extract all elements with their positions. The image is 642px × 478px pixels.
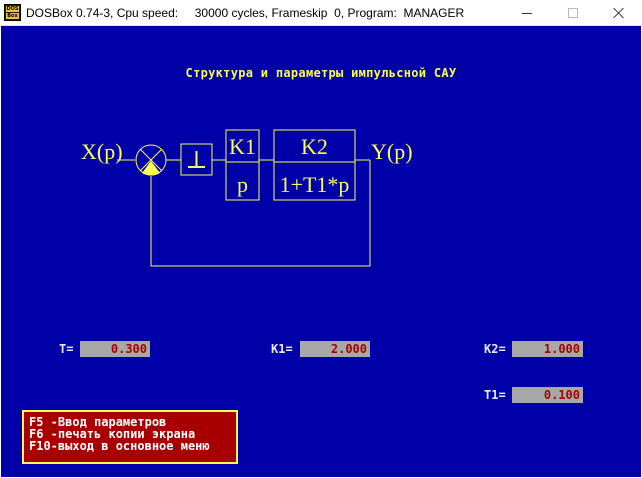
param-k2-field[interactable]: 1.000 <box>512 341 583 357</box>
dosbox-icon: DOS Box <box>4 4 21 21</box>
param-t-label: T= <box>59 342 74 356</box>
minimize-button[interactable] <box>504 0 550 26</box>
feedback-arrow-icon <box>142 161 160 176</box>
param-t-field[interactable]: 0.300 <box>80 341 150 357</box>
block2-numerator: K2 <box>301 134 328 159</box>
icon-text-bottom: Box <box>6 13 19 19</box>
window-title: DOSBox 0.74-3, Cpu speed: 30000 cycles, … <box>26 6 465 20</box>
block1-numerator: K1 <box>229 134 256 159</box>
window-titlebar[interactable]: DOS Box DOSBox 0.74-3, Cpu speed: 30000 … <box>0 0 642 26</box>
close-icon <box>613 7 625 19</box>
help-box: F5 -Ввод параметров F6 -печать копии экр… <box>22 410 238 464</box>
close-button[interactable] <box>596 0 642 26</box>
block1-denominator: p <box>237 172 248 197</box>
param-k1-label: K1= <box>271 342 293 356</box>
param-k2-label: K2= <box>484 342 506 356</box>
input-label: X(p) <box>81 139 123 164</box>
help-f10[interactable]: F10-выход в основное меню <box>29 440 236 452</box>
param-k1-field[interactable]: 2.000 <box>300 341 370 357</box>
block2-denominator: 1+T1*p <box>280 172 350 197</box>
param-t1-label: T1= <box>484 388 506 402</box>
output-label: Y(p) <box>371 139 413 164</box>
dos-screen[interactable]: Структура и параметры импульсной САУ X(p… <box>1 26 641 477</box>
minimize-icon <box>522 12 532 14</box>
param-t1-field[interactable]: 0.100 <box>512 387 583 403</box>
icon-text-top: DOS <box>6 6 19 12</box>
maximize-icon <box>568 8 578 18</box>
maximize-button[interactable] <box>550 0 596 26</box>
